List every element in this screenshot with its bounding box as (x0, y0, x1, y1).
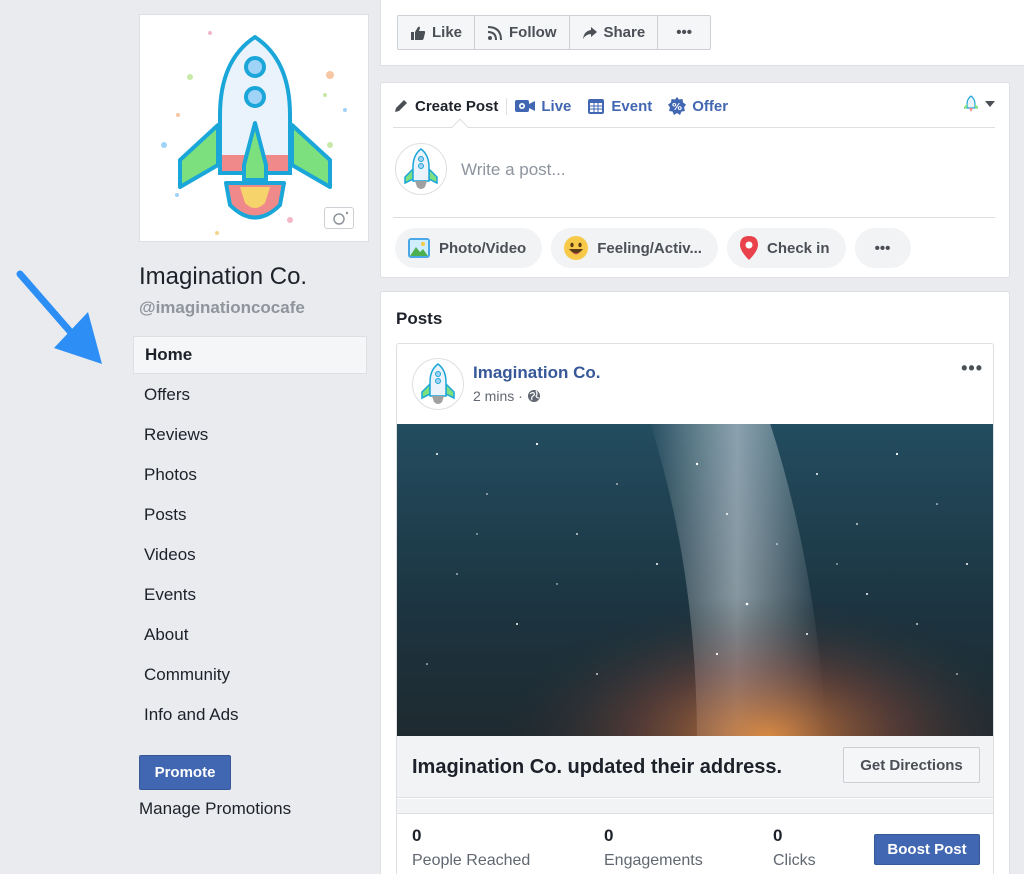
post-meta: 2 mins · (473, 388, 541, 404)
pencil-icon (395, 100, 407, 112)
more-composer-options-button[interactable]: ••• (854, 228, 911, 268)
feeling-activity-button[interactable]: Feeling/Activ... (551, 228, 718, 268)
nav-item-videos[interactable]: Videos (133, 536, 367, 576)
engagements-value: 0 (604, 826, 614, 845)
stats-spacer (397, 799, 993, 813)
rocket-avatar-icon (404, 148, 438, 189)
page-navigation: Home Offers Reviews Photos Posts Videos … (133, 336, 367, 736)
thumbs-up-icon (411, 26, 426, 40)
composer-tabs: Create Post Live Event % Offer (393, 95, 744, 117)
chevron-down-icon (985, 101, 995, 107)
nav-item-about[interactable]: About (133, 616, 367, 656)
promote-button[interactable]: Promote (139, 755, 231, 790)
page-name: Imagination Co. (139, 263, 308, 290)
tab-live-label: Live (541, 97, 572, 115)
page-actions: Like Follow Share ••• (397, 15, 711, 50)
post-options-button[interactable]: ••• (961, 358, 983, 379)
share-button[interactable]: Share (570, 16, 659, 49)
post-author-avatar[interactable] (412, 358, 464, 410)
people-reached-stat: 0 People Reached (412, 826, 530, 870)
post-insights: 0 People Reached 0 Engagements 0 Clicks … (397, 813, 993, 874)
pointer-arrow-icon (14, 268, 109, 378)
nav-item-home[interactable]: Home (133, 336, 367, 374)
post-timestamp[interactable]: 2 mins · (473, 388, 523, 404)
follow-button[interactable]: Follow (475, 16, 570, 49)
address-update-text: Imagination Co. updated their address. (412, 756, 783, 778)
nav-item-offers[interactable]: Offers (133, 376, 367, 416)
profile-picture[interactable] (139, 14, 369, 242)
tab-event[interactable]: Event (587, 97, 660, 115)
photo-video-label: Photo/Video (439, 239, 527, 257)
nav-item-reviews[interactable]: Reviews (133, 416, 367, 456)
milky-way-image[interactable] (397, 424, 993, 736)
engagements-stat: 0 Engagements (604, 826, 703, 870)
photo-video-button[interactable]: Photo/Video (395, 228, 543, 268)
rss-follow-icon (487, 25, 503, 40)
offer-tag-icon: % (668, 97, 687, 115)
more-actions-button[interactable]: ••• (658, 16, 710, 49)
check-in-label: Check in (766, 239, 830, 257)
post-author-name[interactable]: Imagination Co. (473, 363, 601, 383)
post-card: Imagination Co. 2 mins · ••• Imagination… (396, 343, 994, 874)
rocket-avatar-icon (421, 363, 455, 404)
smiley-face-icon (564, 236, 589, 260)
camera-icon[interactable] (324, 207, 354, 229)
nav-item-community[interactable]: Community (133, 656, 367, 696)
like-label: Like (432, 24, 463, 41)
address-update-bar: Imagination Co. updated their address. G… (397, 736, 993, 798)
get-directions-button[interactable]: Get Directions (843, 747, 980, 783)
feeling-activity-label: Feeling/Activ... (597, 239, 702, 257)
composer-divider (393, 127, 995, 128)
posts-heading: Posts (396, 309, 443, 328)
people-reached-value: 0 (412, 826, 422, 845)
tab-event-label: Event (611, 97, 653, 115)
photo-icon (408, 238, 430, 258)
tab-create-post-label: Create Post (415, 97, 499, 115)
post-composer: Create Post Live Event % Offer Write a p… (380, 82, 1010, 278)
tab-offer[interactable]: % Offer (668, 97, 736, 115)
share-arrow-icon (582, 26, 597, 39)
manage-promotions-link[interactable]: Manage Promotions (139, 799, 291, 819)
clicks-value: 0 (773, 826, 783, 845)
nav-item-photos[interactable]: Photos (133, 456, 367, 496)
location-pin-icon (739, 236, 758, 260)
tab-create-post[interactable]: Create Post (393, 97, 508, 115)
composer-avatar (395, 143, 447, 195)
composer-options: Photo/Video Feeling/Activ... Check in ••… (395, 228, 911, 268)
boost-post-button[interactable]: Boost Post (874, 834, 980, 865)
tab-live[interactable]: Live (515, 98, 579, 115)
nav-item-posts[interactable]: Posts (133, 496, 367, 536)
page-rocket-icon (964, 95, 978, 112)
nav-item-events[interactable]: Events (133, 576, 367, 616)
page-handle[interactable]: @imaginationcocafe (139, 298, 305, 318)
like-button[interactable]: Like (398, 16, 476, 49)
write-post-input[interactable]: Write a post... (461, 160, 566, 180)
share-label: Share (603, 24, 646, 41)
clicks-label: Clicks (773, 852, 816, 869)
calendar-icon (588, 99, 605, 114)
posts-section: Posts Imagination Co. 2 mins · ••• Imagi… (380, 291, 1010, 874)
live-video-icon (515, 100, 536, 112)
check-in-button[interactable]: Check in (726, 228, 846, 268)
clicks-stat: 0 Clicks (773, 826, 816, 870)
svg-text:%: % (672, 102, 682, 113)
follow-label: Follow (509, 24, 557, 41)
composer-divider-bottom (393, 217, 995, 218)
page-action-bar: Like Follow Share ••• (380, 0, 1024, 66)
active-tab-indicator (451, 118, 469, 136)
people-reached-label: People Reached (412, 852, 531, 869)
engagements-label: Engagements (604, 852, 703, 869)
nav-item-info-and-ads[interactable]: Info and Ads (133, 696, 367, 736)
tab-offer-label: Offer (692, 97, 729, 115)
post-as-selector[interactable] (963, 95, 995, 113)
globe-icon (527, 390, 540, 402)
